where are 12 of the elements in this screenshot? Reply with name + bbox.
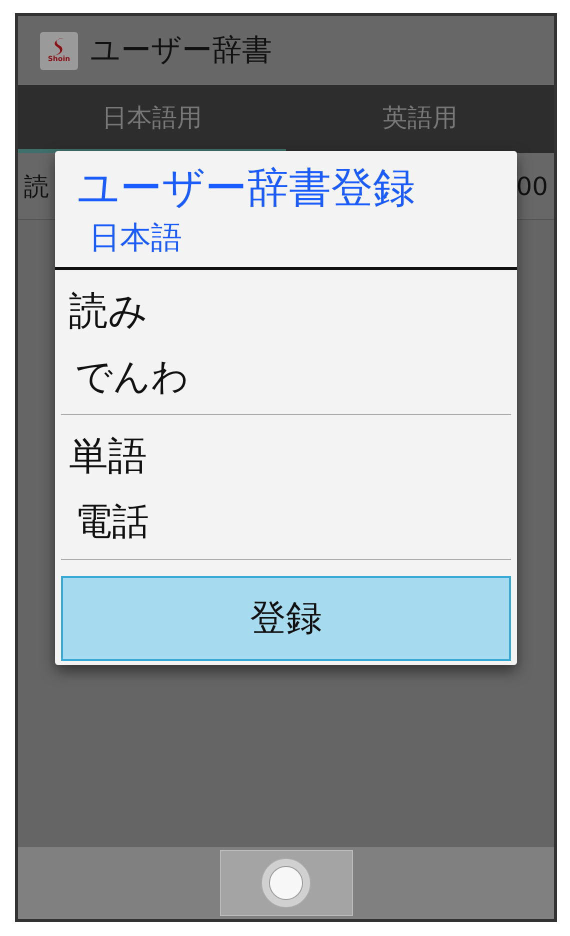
dialog-title: ユーザー辞書登録 — [76, 162, 416, 214]
input-field[interactable]: でんわ — [61, 344, 511, 416]
register-button[interactable]: 登録 — [61, 576, 511, 662]
column-header: 00 — [516, 172, 548, 200]
dialog-subtitle: 日本語 — [88, 219, 183, 258]
field-label: 単語 — [68, 433, 148, 482]
field-label: 読み — [68, 288, 149, 336]
app-title: ユーザー辞書 — [90, 32, 272, 70]
home-button[interactable] — [220, 850, 352, 916]
column-header: 読 — [24, 170, 49, 202]
swirl-icon — [53, 38, 65, 56]
input-field[interactable]: 電話 — [61, 489, 511, 560]
